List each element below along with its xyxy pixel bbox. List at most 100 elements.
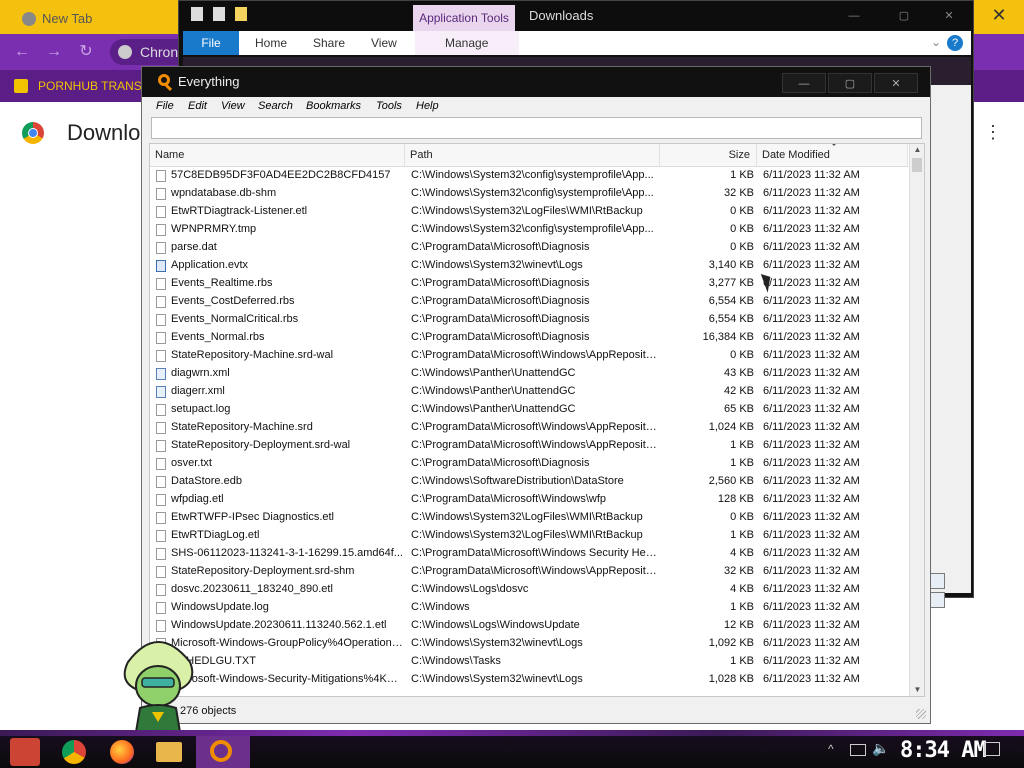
file-size: 42 KB [724, 385, 754, 397]
table-row[interactable]: wfpdiag.etl C:\ProgramData\Microsoft\Wind… [150, 491, 908, 509]
show-hidden-icons-icon[interactable]: ^ [828, 742, 834, 756]
notifications-icon[interactable] [984, 742, 1000, 756]
table-row[interactable]: parse.dat C:\ProgramData\Microsoft\Diagno… [150, 239, 908, 257]
table-row[interactable]: Microsoft-Windows-Security-Mitigations%4… [150, 671, 908, 689]
menu-view[interactable]: View [221, 100, 245, 112]
file-name: setupact.log [171, 403, 231, 415]
file-icon [156, 242, 166, 254]
view-mode-toggle[interactable] [927, 573, 961, 608]
more-options-icon[interactable]: ⋮ [984, 122, 1002, 143]
forward-icon[interactable]: → [44, 42, 64, 62]
table-row[interactable]: diagwrn.xml C:\Windows\Panther\UnattendGC… [150, 365, 908, 383]
file-size: 1 KB [730, 529, 754, 541]
network-icon[interactable] [850, 744, 866, 756]
table-row[interactable]: Events_CostDeferred.rbs C:\ProgramData\Mi… [150, 293, 908, 311]
everything-taskbar-icon[interactable] [210, 740, 232, 762]
file-explorer-taskbar-icon[interactable] [156, 742, 182, 762]
table-row[interactable]: Application.evtx C:\Windows\System32\wine… [150, 257, 908, 275]
table-row[interactable]: setupact.log C:\Windows\Panther\UnattendG… [150, 401, 908, 419]
column-header-date[interactable]: Date Modified [757, 144, 908, 166]
table-row[interactable]: SCHEDLGU.TXT C:\Windows\Tasks 1 KB 6/11/202… [150, 653, 908, 671]
column-header-name[interactable]: Name [150, 144, 405, 166]
magnifier-icon [158, 74, 170, 86]
file-name: StateRepository-Machine.srd [171, 421, 313, 433]
table-row[interactable]: EtwRTWFP-IPsec Diagnostics.etl C:\Windows… [150, 509, 908, 527]
menu-edit[interactable]: Edit [188, 100, 207, 112]
menu-bookmarks[interactable]: Bookmarks [306, 100, 361, 112]
table-row[interactable]: StateRepository-Machine.srd C:\ProgramDat… [150, 419, 908, 437]
checkmark-icon[interactable] [213, 7, 225, 21]
close-button[interactable]: ✕ [874, 73, 918, 93]
table-row[interactable]: Events_Realtime.rbs C:\ProgramData\Micros… [150, 275, 908, 293]
help-icon[interactable]: ? [947, 35, 963, 51]
file-path: C:\ProgramData\Microsoft\Diagnosis [411, 331, 590, 343]
tab-view[interactable]: View [371, 31, 397, 55]
scroll-down-icon[interactable]: ▼ [912, 684, 923, 696]
resize-grip-icon[interactable] [916, 709, 926, 719]
chrome-close-icon[interactable]: ✕ [988, 4, 1010, 26]
bookmark-item[interactable]: PORNHUB TRANS [14, 70, 142, 102]
menu-help[interactable]: Help [416, 100, 439, 112]
chrome-tab[interactable]: New Tab [12, 6, 182, 32]
details-view-icon[interactable] [929, 573, 945, 589]
file-date-modified: 6/11/2023 11:32 AM [763, 457, 860, 469]
minimize-button[interactable]: — [782, 73, 826, 93]
chevron-down-icon[interactable]: ⌄ [931, 35, 941, 49]
tab-share[interactable]: Share [313, 31, 345, 55]
menu-tools[interactable]: Tools [376, 100, 402, 112]
clock[interactable]: 8:34 AM [900, 738, 987, 763]
table-row[interactable]: StateRepository-Deployment.srd-shm C:\Pro… [150, 563, 908, 581]
menu-file[interactable]: File [156, 100, 174, 112]
chrome-omnibox[interactable]: Chron [110, 39, 180, 65]
file-date-modified: 6/11/2023 11:32 AM [763, 295, 860, 307]
table-row[interactable]: Events_NormalCritical.rbs C:\ProgramData\… [150, 311, 908, 329]
close-button[interactable]: ✕ [934, 5, 964, 27]
file-name: Events_Normal.rbs [171, 331, 265, 343]
properties-icon[interactable] [191, 7, 203, 21]
folder-icon[interactable] [235, 7, 247, 21]
table-row[interactable]: WPNPRMRY.tmp C:\Windows\System32\config\s… [150, 221, 908, 239]
column-header-size[interactable]: Size [660, 144, 757, 166]
maximize-button[interactable]: ▢ [828, 73, 872, 93]
chrome-taskbar-icon[interactable] [62, 740, 86, 764]
table-row[interactable]: StateRepository-Machine.srd-wal C:\Progra… [150, 347, 908, 365]
file-name: parse.dat [171, 241, 217, 253]
tab-file[interactable]: File [183, 31, 239, 55]
column-header-path[interactable]: Path [405, 144, 660, 166]
table-row[interactable]: osver.txt C:\ProgramData\Microsoft\Diagno… [150, 455, 908, 473]
table-row[interactable]: Events_Normal.rbs C:\ProgramData\Microsof… [150, 329, 908, 347]
table-row[interactable]: DataStore.edb C:\Windows\SoftwareDistribu… [150, 473, 908, 491]
maximize-button[interactable]: ▢ [889, 5, 919, 27]
file-icon [156, 512, 166, 524]
file-path: C:\Windows\System32\config\systemprofile… [411, 223, 654, 235]
reload-icon[interactable]: ↻ [76, 42, 96, 62]
table-row[interactable]: WindowsUpdate.20230611.113240.562.1.etl C… [150, 617, 908, 635]
table-row[interactable]: WindowsUpdate.log C:\Windows 1 KB 6/11/2023… [150, 599, 908, 617]
table-row[interactable]: StateRepository-Deployment.srd-wal C:\Pro… [150, 437, 908, 455]
volume-icon[interactable]: 🔈 [872, 740, 889, 757]
table-row[interactable]: SHS-06112023-113241-3-1-16299.15.amd64f.… [150, 545, 908, 563]
large-icons-view-icon[interactable] [929, 592, 945, 608]
tab-home[interactable]: Home [255, 31, 287, 55]
table-row[interactable]: diagerr.xml C:\Windows\Panther\UnattendGC… [150, 383, 908, 401]
tab-manage[interactable]: Manage [445, 31, 488, 55]
menu-search[interactable]: Search [258, 100, 293, 112]
vertical-scrollbar[interactable]: ▲ ▼ [909, 144, 924, 696]
firefox-taskbar-icon[interactable] [110, 740, 134, 764]
scroll-up-icon[interactable]: ▲ [912, 144, 923, 156]
quick-access-toolbar [191, 7, 291, 25]
table-row[interactable]: EtwRTDiagLog.etl C:\Windows\System32\LogF… [150, 527, 908, 545]
table-row[interactable]: Microsoft-Windows-GroupPolicy%4Operation… [150, 635, 908, 653]
minimize-button[interactable]: — [839, 5, 869, 27]
file-path: C:\ProgramData\Microsoft\Diagnosis [411, 295, 590, 307]
table-row[interactable]: 57C8EDB95DF3F0AD4EE2DC2B8CFD4157 C:\Windo… [150, 167, 908, 185]
table-row[interactable]: wpndatabase.db-shm C:\Windows\System32\co… [150, 185, 908, 203]
start-button[interactable] [10, 738, 40, 766]
file-name: wfpdiag.etl [171, 493, 224, 505]
file-date-modified: 6/11/2023 11:32 AM [763, 259, 860, 271]
table-row[interactable]: EtwRTDiagtrack-Listener.etl C:\Windows\Sy… [150, 203, 908, 221]
scroll-thumb[interactable] [912, 158, 922, 172]
back-icon[interactable]: ← [12, 42, 32, 62]
search-input[interactable] [151, 117, 922, 139]
table-row[interactable]: dosvc.20230611_183240_890.etl C:\Windows\… [150, 581, 908, 599]
